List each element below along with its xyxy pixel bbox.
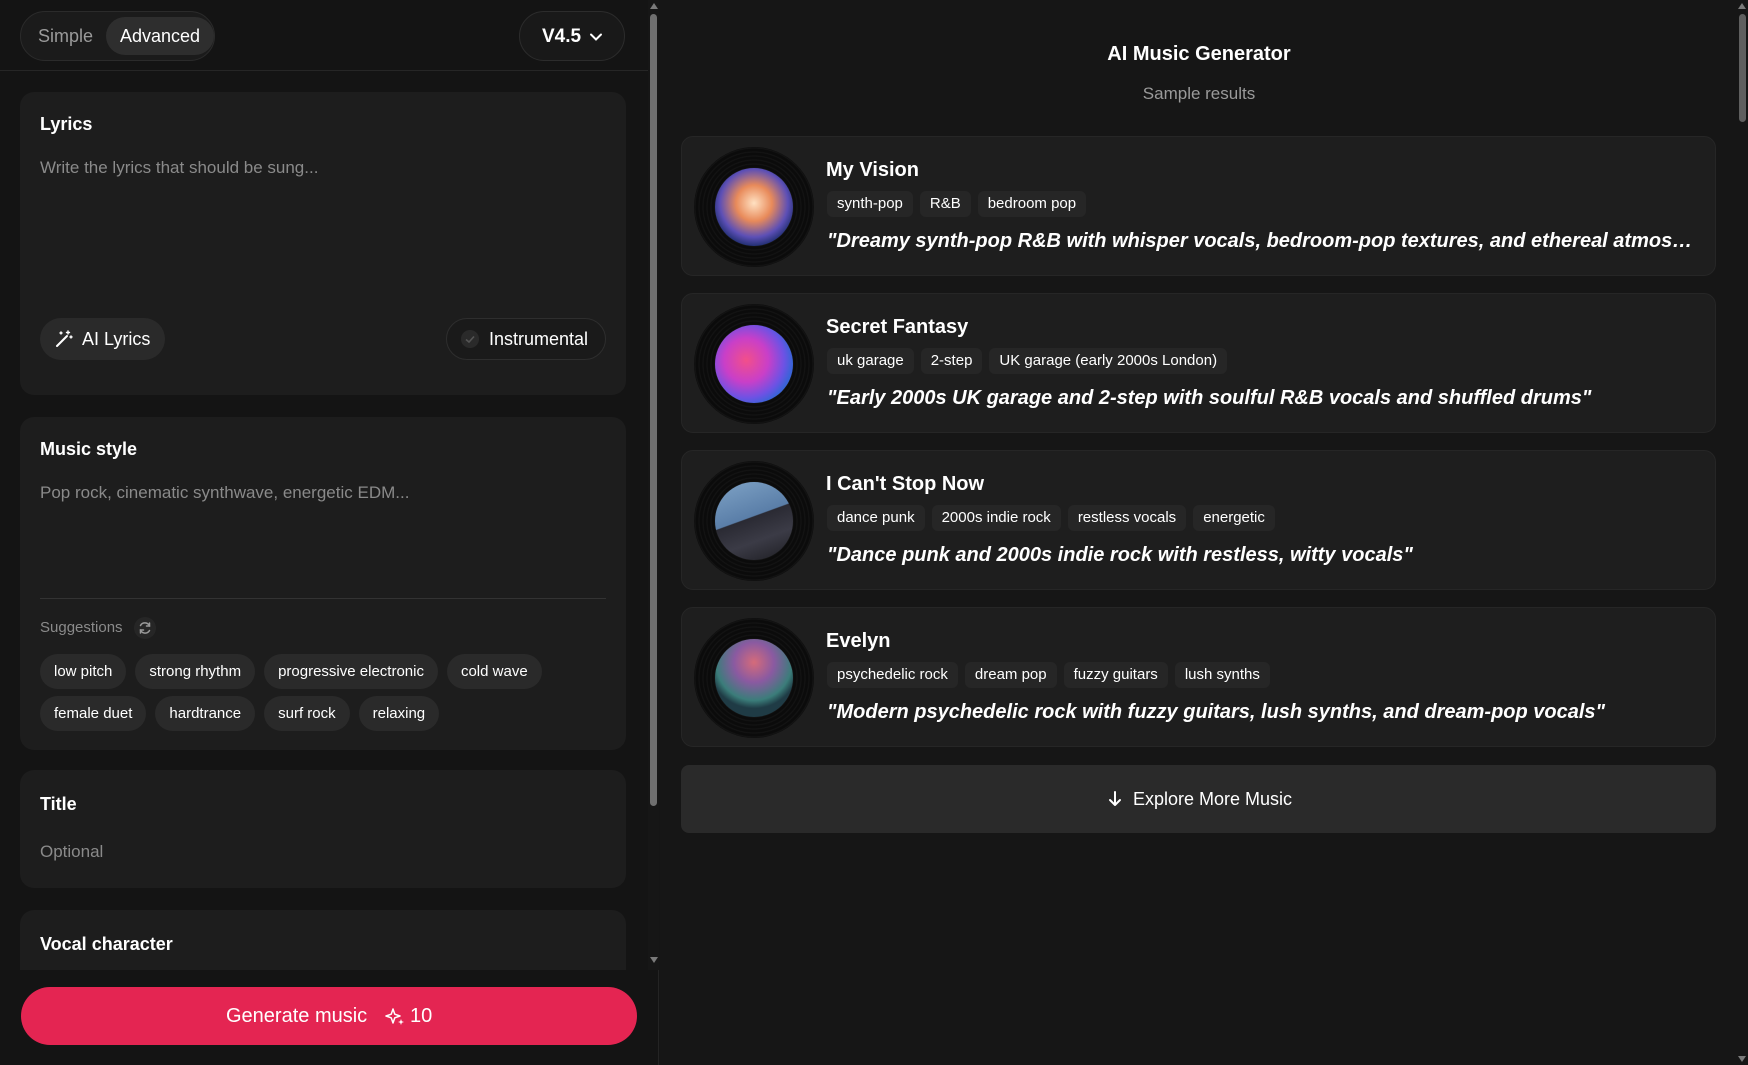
title-input[interactable]: Optional	[40, 842, 103, 862]
create-panel: Simple Advanced V4.5 Lyrics Write the ly…	[0, 0, 659, 1065]
results-subtitle: Sample results	[1142, 84, 1256, 103]
style-tag: UK garage (early 2000s London)	[989, 348, 1228, 374]
album-cover	[715, 168, 793, 246]
generate-bar: Generate music 10	[0, 970, 648, 1065]
style-tag: uk garage	[827, 348, 914, 374]
track-title: I Can't Stop Now	[826, 473, 985, 495]
track-tags: psychedelic rock dream pop fuzzy guitars…	[827, 662, 1270, 688]
track-description: "Dance punk and 2000s indie rock with re…	[827, 544, 1413, 566]
track-title: Secret Fantasy	[826, 316, 969, 338]
mode-advanced-button[interactable]: Advanced	[106, 17, 215, 55]
results-panel: AI Music Generator Sample results My Vis…	[660, 0, 1748, 1065]
suggestion-chip[interactable]: cold wave	[446, 654, 542, 689]
generate-label: Generate music	[226, 1005, 368, 1027]
mode-toggle: Simple Advanced	[20, 11, 215, 61]
music-style-input[interactable]: Pop rock, cinematic synthwave, energetic…	[40, 483, 409, 503]
generate-music-button[interactable]: Generate music 10	[21, 987, 637, 1045]
suggestion-chips-row-2: female duet hardtrance surf rock relaxin…	[40, 696, 440, 731]
suggestion-chip[interactable]: low pitch	[40, 654, 127, 689]
music-style-card: Music style Pop rock, cinematic synthwav…	[20, 417, 626, 750]
scrollbar-thumb[interactable]	[650, 14, 657, 806]
style-tag: dance punk	[827, 505, 925, 531]
vinyl-record	[694, 461, 814, 581]
style-tag: dream pop	[964, 662, 1057, 688]
app: Simple Advanced V4.5 Lyrics Write the ly…	[0, 0, 1748, 1065]
suggestion-chip[interactable]: strong rhythm	[135, 654, 256, 689]
title-card: Title Optional	[20, 770, 626, 888]
results-scrollbar[interactable]	[1736, 0, 1748, 1065]
magic-wand-icon	[56, 330, 73, 347]
vocal-character-label: Vocal character	[40, 934, 173, 954]
style-tag: 2-step	[920, 348, 983, 374]
mode-simple-button[interactable]: Simple	[24, 17, 107, 55]
style-tag: synth-pop	[827, 191, 913, 217]
track-description: "Modern psychedelic rock with fuzzy guit…	[827, 701, 1606, 723]
scroll-up-arrow[interactable]	[1738, 3, 1746, 9]
track-card[interactable]: I Can't Stop Now dance punk 2000s indie …	[681, 450, 1716, 590]
track-card[interactable]: Evelyn psychedelic rock dream pop fuzzy …	[681, 607, 1716, 747]
vinyl-record	[694, 304, 814, 424]
create-form: Lyrics Write the lyrics that should be s…	[0, 72, 648, 970]
track-tags: uk garage 2-step UK garage (early 2000s …	[827, 348, 1228, 374]
create-topbar: Simple Advanced V4.5	[0, 0, 648, 71]
style-tag: energetic	[1193, 505, 1275, 531]
chevron-down-icon	[590, 33, 602, 41]
track-description: "Dreamy synth-pop R&B with whisper vocal…	[827, 230, 1699, 252]
ai-lyrics-button[interactable]: AI Lyrics	[40, 318, 165, 360]
album-cover	[715, 325, 793, 403]
version-dropdown[interactable]: V4.5	[519, 11, 625, 61]
suggestion-chip[interactable]: surf rock	[264, 696, 350, 731]
divider	[40, 598, 606, 599]
album-cover	[715, 482, 793, 560]
suggestion-chips-row-1: low pitch strong rhythm progressive elec…	[40, 654, 542, 689]
scrollbar-thumb[interactable]	[1739, 14, 1746, 122]
instrumental-label: Instrumental	[489, 329, 589, 349]
style-tag: fuzzy guitars	[1063, 662, 1168, 688]
vinyl-record	[694, 618, 814, 738]
lyrics-card: Lyrics Write the lyrics that should be s…	[20, 92, 626, 395]
style-tag: psychedelic rock	[827, 662, 958, 688]
track-card[interactable]: Secret Fantasy uk garage 2-step UK garag…	[681, 293, 1716, 433]
scroll-down-arrow[interactable]	[650, 957, 658, 963]
style-tag: bedroom pop	[977, 191, 1087, 217]
explore-more-button[interactable]: Explore More Music	[681, 765, 1716, 833]
suggestions-label: Suggestions	[40, 619, 123, 636]
scroll-up-arrow[interactable]	[650, 3, 658, 9]
refresh-icon[interactable]	[134, 617, 156, 639]
vinyl-record	[694, 147, 814, 267]
lyrics-input[interactable]: Write the lyrics that should be sung...	[40, 158, 318, 178]
style-tag: lush synths	[1174, 662, 1270, 688]
track-tags: dance punk 2000s indie rock restless voc…	[827, 505, 1275, 531]
explore-more-label: Explore More Music	[1133, 789, 1293, 809]
style-tag: restless vocals	[1067, 505, 1187, 531]
title-label: Title	[40, 794, 77, 814]
credit-cost: 10	[410, 1005, 433, 1027]
suggestion-chip[interactable]: female duet	[40, 696, 147, 731]
sparkle-icon	[385, 1008, 404, 1025]
track-title: Evelyn	[826, 630, 891, 652]
lyrics-label: Lyrics	[40, 114, 93, 134]
version-label: V4.5	[542, 26, 582, 47]
track-card[interactable]: My Vision synth-pop R&B bedroom pop "Dre…	[681, 136, 1716, 276]
track-title: My Vision	[826, 159, 919, 181]
form-scrollbar[interactable]	[648, 0, 659, 970]
track-tags: synth-pop R&B bedroom pop	[827, 191, 1087, 217]
vocal-character-card: Vocal character	[20, 910, 626, 970]
ai-lyrics-label: AI Lyrics	[82, 329, 151, 349]
track-description: "Early 2000s UK garage and 2-step with s…	[827, 387, 1592, 409]
suggestion-chip[interactable]: hardtrance	[155, 696, 256, 731]
scroll-down-arrow[interactable]	[1738, 1056, 1746, 1062]
album-cover	[715, 639, 793, 717]
check-circle-icon	[461, 330, 479, 348]
suggestion-chip[interactable]: relaxing	[358, 696, 440, 731]
instrumental-toggle[interactable]: Instrumental	[446, 318, 606, 360]
results-title: AI Music Generator	[1107, 43, 1291, 65]
music-style-label: Music style	[40, 439, 138, 459]
arrow-down-icon	[1109, 791, 1121, 806]
suggestion-chip[interactable]: progressive electronic	[264, 654, 438, 689]
style-tag: R&B	[919, 191, 971, 217]
style-tag: 2000s indie rock	[931, 505, 1061, 531]
